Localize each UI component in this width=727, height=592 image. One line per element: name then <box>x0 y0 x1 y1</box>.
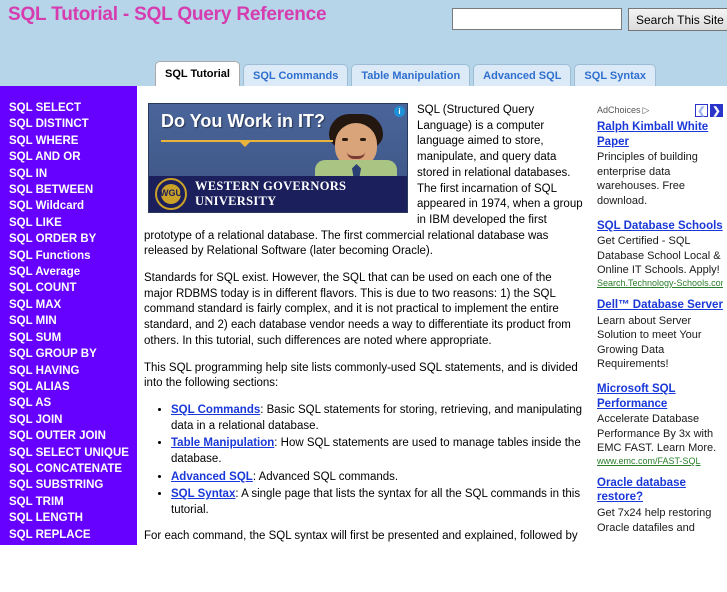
list-item: Advanced SQL: Advanced SQL commands. <box>171 470 583 486</box>
sidebar-item-sql-dateadd[interactable]: SQL DATEADD <box>0 543 137 559</box>
list-item: SQL Commands: Basic SQL statements for s… <box>171 403 583 434</box>
list-item-description: : Advanced SQL commands. <box>252 470 399 483</box>
main-content: Do You Work in IT? WESTERN GOVERNORS UNI… <box>137 86 593 545</box>
adchoices-triangle-icon: ▷ <box>642 105 650 115</box>
ad-item: Oracle database restore? Get 7x24 help r… <box>597 476 723 535</box>
tab-advanced-sql[interactable]: Advanced SQL <box>473 64 572 86</box>
sidebar-item-sql-datepart[interactable]: SQL DATEPART <box>0 576 137 592</box>
ad-pager: ❮ ❯ <box>695 104 723 117</box>
banner-divider <box>161 140 333 147</box>
page-header: SQL Tutorial - SQL Query Reference Searc… <box>0 0 727 86</box>
sidebar-item-sql-datediff[interactable]: SQL DATEDIFF <box>0 559 137 575</box>
list-item: SQL Syntax: A single page that lists the… <box>171 487 583 518</box>
sidebar-item-sql-select-unique[interactable]: SQL SELECT UNIQUE <box>0 445 137 461</box>
sidebar-item-sql-average[interactable]: SQL Average <box>0 264 137 280</box>
sidebar-item-sql-in[interactable]: SQL IN <box>0 166 137 182</box>
sidebar-item-sql-join[interactable]: SQL JOIN <box>0 412 137 428</box>
sidebar-item-sql-functions[interactable]: SQL Functions <box>0 248 137 264</box>
sidebar-item-sql-between[interactable]: SQL BETWEEN <box>0 182 137 198</box>
sidebar-item-sql-replace[interactable]: SQL REPLACE <box>0 527 137 543</box>
banner-advertisement[interactable]: Do You Work in IT? WESTERN GOVERNORS UNI… <box>148 103 408 213</box>
ad-description: Get Certified - SQL Database School Loca… <box>597 235 721 277</box>
sidebar-item-sql-max[interactable]: SQL MAX <box>0 297 137 313</box>
ad-item: Ralph Kimball White Paper Principles of … <box>597 120 723 209</box>
ad-display-url[interactable]: www.emc.com/FAST-SQL <box>597 456 723 466</box>
ad-title-link[interactable]: Ralph Kimball White Paper <box>597 120 723 149</box>
right-ad-column: AdChoices ▷ ❮ ❯ Ralph Kimball White Paper… <box>593 86 727 545</box>
sidebar-item-sql-sum[interactable]: SQL SUM <box>0 330 137 346</box>
sidebar-item-sql-group-by[interactable]: SQL GROUP BY <box>0 346 137 362</box>
ad-title-link[interactable]: Oracle database restore? <box>597 476 723 505</box>
sidebar-item-sql-distinct[interactable]: SQL DISTINCT <box>0 116 137 132</box>
ad-description: Accelerate Database Performance By 3x wi… <box>597 413 717 455</box>
ad-description: Get 7x24 help restoring Oracle datafiles… <box>597 507 712 534</box>
ad-description: Learn about Server Solution to meet Your… <box>597 314 702 371</box>
sidebar-item-sql-having[interactable]: SQL HAVING <box>0 363 137 379</box>
tab-sql-tutorial[interactable]: SQL Tutorial <box>155 61 240 86</box>
sidebar-item-sql-as[interactable]: SQL AS <box>0 395 137 411</box>
ad-info-icon[interactable]: i <box>394 106 405 117</box>
sidebar-item-sql-substring[interactable]: SQL SUBSTRING <box>0 477 137 493</box>
banner-headline: Do You Work in IT? <box>161 111 325 131</box>
section-list: SQL Commands: Basic SQL statements for s… <box>144 403 583 519</box>
primary-tabs: SQL Tutorial SQL Commands Table Manipula… <box>155 57 659 86</box>
tab-table-manipulation[interactable]: Table Manipulation <box>351 64 471 86</box>
ad-next-arrow-icon[interactable]: ❯ <box>710 104 723 117</box>
link-table-manipulation[interactable]: Table Manipulation <box>171 437 274 449</box>
ad-item: Microsoft SQL Performance Accelerate Dat… <box>597 382 723 466</box>
sidebar-item-sql-like[interactable]: SQL LIKE <box>0 215 137 231</box>
sidebar-item-sql-order-by[interactable]: SQL ORDER BY <box>0 231 137 247</box>
adchoices-label[interactable]: AdChoices ▷ <box>597 105 649 116</box>
sidebar-item-sql-and-or[interactable]: SQL AND OR <box>0 149 137 165</box>
intro-paragraph-3: This SQL programming help site lists com… <box>144 361 578 390</box>
tab-sql-syntax[interactable]: SQL Syntax <box>574 64 656 86</box>
link-sql-commands[interactable]: SQL Commands <box>171 404 260 416</box>
ad-item: Dell™ Database Server Learn about Server… <box>597 298 723 372</box>
ad-prev-arrow-icon[interactable]: ❮ <box>695 104 708 117</box>
left-sidebar-nav: SQL SELECT SQL DISTINCT SQL WHERE SQL AN… <box>0 86 137 590</box>
ad-title-link[interactable]: Microsoft SQL Performance <box>597 382 723 411</box>
page-title: SQL Tutorial - SQL Query Reference <box>8 4 327 25</box>
search-input[interactable] <box>452 8 622 30</box>
wgu-seal-icon <box>155 178 187 210</box>
banner-logo-bar: WESTERN GOVERNORS UNIVERSITY <box>149 176 407 212</box>
ad-title-link[interactable]: Dell™ Database Server <box>597 298 723 313</box>
site-search: Search This Site <box>452 8 727 31</box>
sidebar-item-sql-trim[interactable]: SQL TRIM <box>0 494 137 510</box>
sidebar-item-sql-alias[interactable]: SQL ALIAS <box>0 379 137 395</box>
list-item: Table Manipulation: How SQL statements a… <box>171 436 583 467</box>
banner-advertiser-name: WESTERN GOVERNORS UNIVERSITY <box>195 179 346 209</box>
sidebar-item-sql-min[interactable]: SQL MIN <box>0 313 137 329</box>
intro-paragraph-2: Standards for SQL exist. However, the SQ… <box>144 272 571 347</box>
tab-sql-commands[interactable]: SQL Commands <box>243 64 349 86</box>
sidebar-item-sql-outer-join[interactable]: SQL OUTER JOIN <box>0 428 137 444</box>
sidebar-item-sql-concatenate[interactable]: SQL CONCATENATE <box>0 461 137 477</box>
sidebar-item-sql-length[interactable]: SQL LENGTH <box>0 510 137 526</box>
closing-paragraph: For each command, the SQL syntax will fi… <box>144 529 578 542</box>
ad-description: Principles of building enterprise data w… <box>597 151 698 207</box>
banner-advertiser-line2: UNIVERSITY <box>195 194 277 208</box>
adchoices-bar: AdChoices ▷ ❮ ❯ <box>597 104 723 117</box>
ad-item: SQL Database Schools Get Certified - SQL… <box>597 219 723 288</box>
search-submit-button[interactable]: Search This Site <box>628 8 727 31</box>
sidebar-item-sql-select[interactable]: SQL SELECT <box>0 100 137 116</box>
banner-advertiser-line1: WESTERN GOVERNORS <box>195 179 347 193</box>
link-sql-syntax[interactable]: SQL Syntax <box>171 488 235 500</box>
sidebar-item-sql-count[interactable]: SQL COUNT <box>0 280 137 296</box>
link-advanced-sql[interactable]: Advanced SQL <box>171 471 253 483</box>
ad-display-url[interactable]: Search.Technology-Schools.com <box>597 278 723 288</box>
sidebar-item-sql-where[interactable]: SQL WHERE <box>0 133 137 149</box>
sidebar-item-sql-wildcard[interactable]: SQL Wildcard <box>0 198 137 214</box>
ad-title-link[interactable]: SQL Database Schools <box>597 219 723 234</box>
